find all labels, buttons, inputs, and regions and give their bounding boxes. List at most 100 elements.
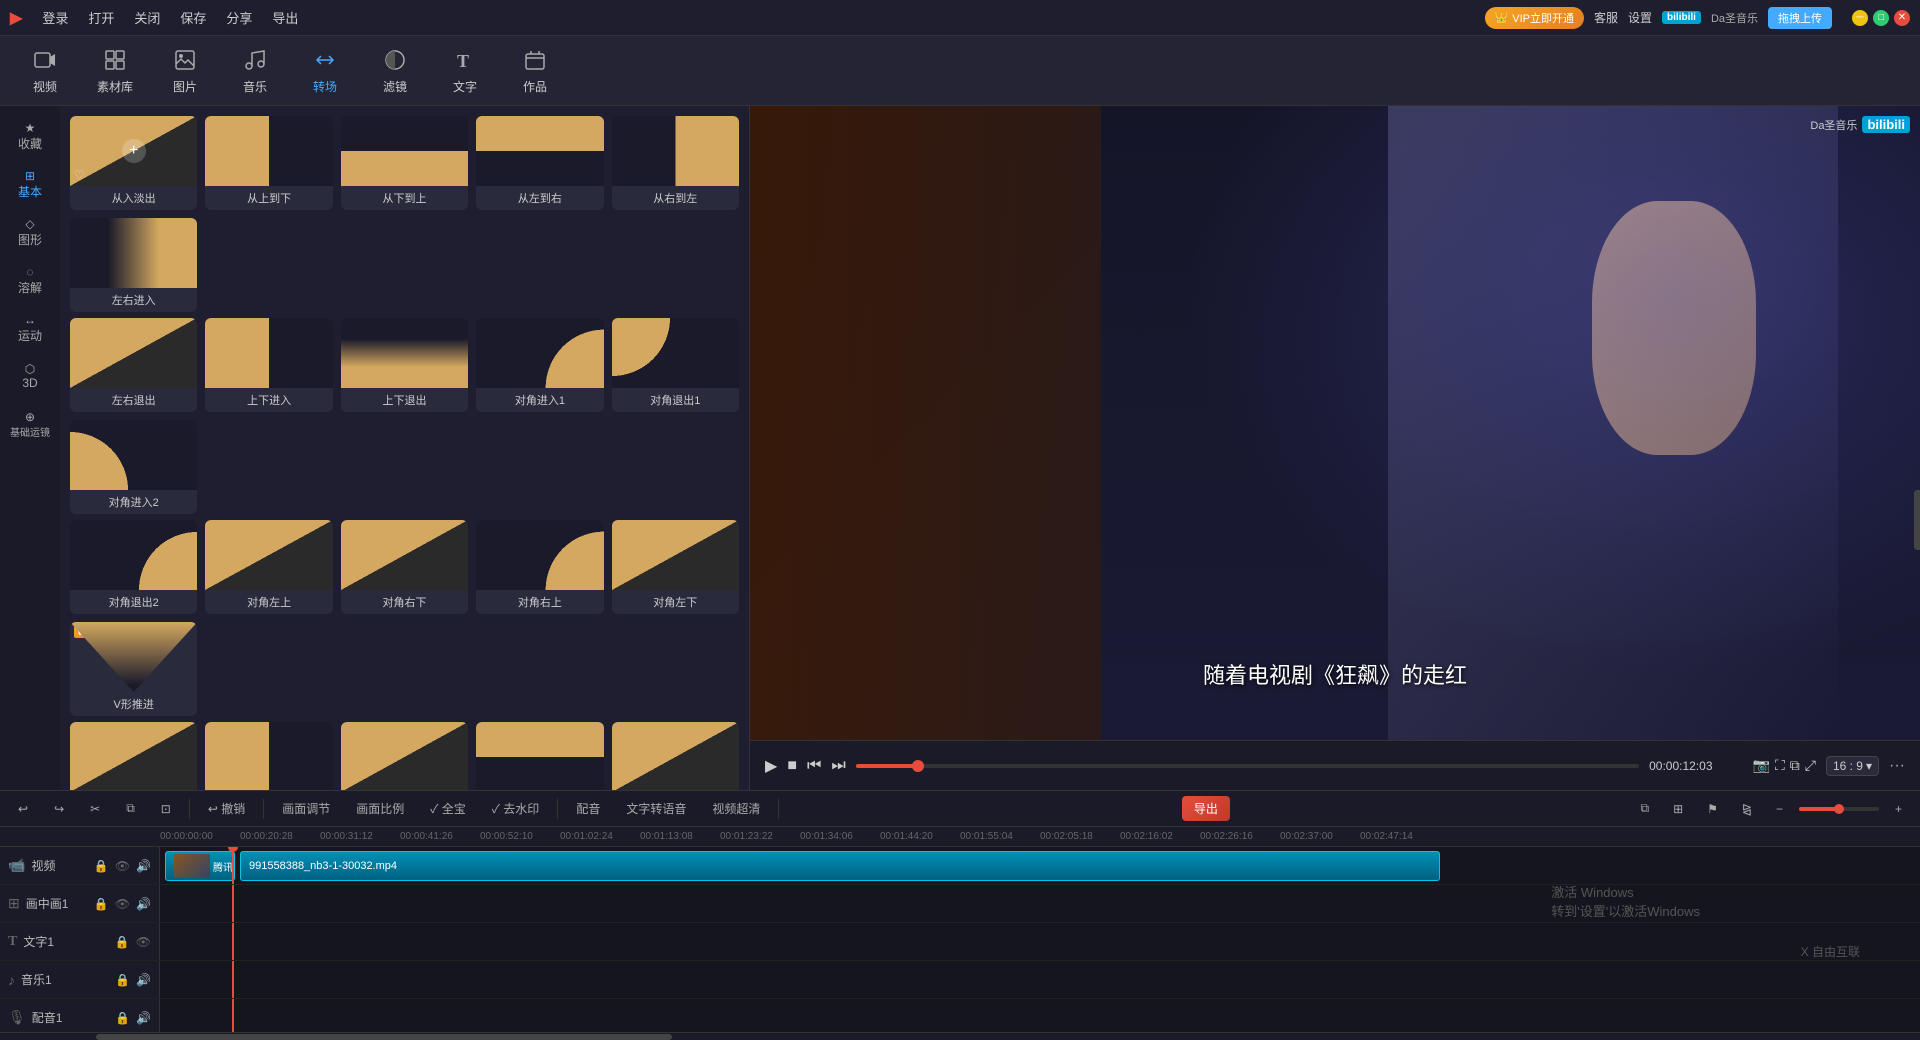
transition-lrexit[interactable]: 左右退出 bbox=[70, 318, 197, 412]
pip-btn[interactable]: ⧉ bbox=[1790, 757, 1800, 774]
tts-btn[interactable]: 文字转语音 bbox=[618, 797, 694, 820]
minimize-btn[interactable]: ─ bbox=[1852, 10, 1868, 26]
sidebar-item-collect[interactable]: ★ 收藏 bbox=[4, 116, 56, 156]
prev-frame-btn[interactable]: ⏮ bbox=[807, 757, 821, 775]
transition-lrenter[interactable]: 左右进入 bbox=[70, 218, 197, 312]
export-btn[interactable]: 导出 bbox=[1182, 796, 1230, 821]
transition-diag2exit[interactable]: 对角退出2 bbox=[70, 520, 197, 614]
fullscreen-btn[interactable]: ⛶ bbox=[1775, 757, 1785, 774]
transition-hmerge[interactable]: 水平对称聚合擦除 bbox=[476, 722, 603, 790]
track-text-eye[interactable]: 👁 bbox=[136, 935, 151, 949]
toolbar-transitions[interactable]: 转场 bbox=[290, 41, 360, 101]
track-music-audio[interactable]: 🔊 bbox=[136, 973, 151, 987]
toolbar-filter[interactable]: 滤镜 bbox=[360, 41, 430, 101]
menu-save[interactable]: 保存 bbox=[180, 8, 206, 27]
track-video-audio[interactable]: 🔊 bbox=[136, 859, 151, 873]
marker-btn[interactable]: ⚑ bbox=[1699, 799, 1726, 819]
track-main-clip[interactable]: 991558388_nb3-1-30032.mp4 bbox=[240, 851, 1440, 881]
transition-udexit[interactable]: 上下退出 bbox=[341, 318, 468, 412]
toolbar-text[interactable]: T 文字 bbox=[430, 41, 500, 101]
undo-btn[interactable]: ↩ bbox=[10, 799, 36, 819]
zoom-slider[interactable] bbox=[1799, 807, 1879, 811]
transition-diaglu[interactable]: 对角左上 bbox=[205, 520, 332, 614]
scrollbar-thumb[interactable] bbox=[96, 1034, 672, 1040]
transition-topbottom[interactable]: 从上到下 bbox=[205, 116, 332, 210]
zoom-thumb[interactable] bbox=[1834, 804, 1844, 814]
transition-hcrossup[interactable]: 水平交叉向上擦除 bbox=[341, 722, 468, 790]
track-video-eye[interactable]: 👁 bbox=[115, 859, 130, 873]
menu-share[interactable]: 分享 bbox=[226, 8, 252, 27]
menu-close[interactable]: 关闭 bbox=[134, 8, 160, 27]
customer-service-btn[interactable]: 客服 bbox=[1594, 9, 1618, 26]
upload-btn[interactable]: 拖拽上传 bbox=[1768, 7, 1832, 29]
menu-login[interactable]: 登录 bbox=[42, 8, 68, 27]
watermark-btn[interactable]: ✓ 去水印 bbox=[484, 797, 548, 820]
menu-open[interactable]: 打开 bbox=[88, 8, 114, 27]
progress-thumb[interactable] bbox=[912, 760, 924, 772]
transition-leftright[interactable]: 从左到右 bbox=[476, 116, 603, 210]
track-pip-eye[interactable]: 👁 bbox=[115, 897, 130, 911]
transition-rightleft[interactable]: 从右到左 bbox=[612, 116, 739, 210]
aspect-adjust-btn[interactable]: 画面比例 bbox=[348, 797, 412, 820]
track-playhead[interactable] bbox=[232, 847, 234, 884]
sidebar-item-basicmove[interactable]: ⊕ 基础运镜 bbox=[4, 404, 56, 444]
undo-action-btn[interactable]: ↩ 撤销 bbox=[200, 797, 253, 820]
next-frame-btn[interactable]: ⏭ bbox=[831, 757, 845, 775]
transition-diagld[interactable]: 对角左下 bbox=[612, 520, 739, 614]
stop-btn[interactable]: ■ bbox=[787, 757, 797, 775]
track-video-lock[interactable]: 🔒 bbox=[94, 859, 109, 873]
enhance-btn[interactable]: 视频超清 bbox=[704, 797, 768, 820]
menu-export[interactable]: 导出 bbox=[272, 8, 298, 27]
track-pip-lock[interactable]: 🔒 bbox=[94, 897, 109, 911]
toolbar-music[interactable]: 音乐 bbox=[220, 41, 290, 101]
sidebar-item-motion[interactable]: ↔ 运动 bbox=[4, 308, 56, 348]
split-btn[interactable]: ⧎ bbox=[1734, 799, 1760, 819]
zoom-out-btn[interactable]: − bbox=[1768, 799, 1791, 819]
screenshot-btn[interactable]: 📷 bbox=[1753, 757, 1770, 774]
snap-btn[interactable]: ⊞ bbox=[1665, 799, 1691, 819]
toolbar-materials[interactable]: 素材库 bbox=[80, 41, 150, 101]
play-btn[interactable]: ▶ bbox=[765, 756, 777, 776]
sidebar-item-dissolve[interactable]: ◌ 溶解 bbox=[4, 260, 56, 300]
right-edge-handle[interactable] bbox=[1914, 490, 1920, 550]
transition-vpush[interactable]: VIP V形推进 bbox=[70, 622, 197, 716]
transition-hspread[interactable]: 水平对称扩散擦除 bbox=[612, 722, 739, 790]
transition-diag1enter[interactable]: 对角进入1 bbox=[476, 318, 603, 412]
toolbar-video[interactable]: 视频 bbox=[10, 41, 80, 101]
toolbar-image[interactable]: 图片 bbox=[150, 41, 220, 101]
expand-btn[interactable]: ⤢ bbox=[1805, 757, 1816, 774]
track-pip-audio[interactable]: 🔊 bbox=[136, 897, 151, 911]
zoom-in-btn[interactable]: + bbox=[1887, 799, 1910, 819]
track-music-lock[interactable]: 🔒 bbox=[115, 973, 130, 987]
track-clip-thumbnail[interactable]: 腾讯视频... bbox=[165, 851, 235, 881]
sidebar-item-shape[interactable]: ◇ 图形 bbox=[4, 212, 56, 252]
transition-hcrossdown[interactable]: 水平交叉向下擦除 bbox=[205, 722, 332, 790]
duplicate-btn[interactable]: ⧉ bbox=[118, 798, 143, 819]
transition-diagru[interactable]: 对角右上 bbox=[476, 520, 603, 614]
transition-fadein[interactable]: + ♡ 从入淡出 ↓ bbox=[70, 116, 197, 210]
settings-btn[interactable]: 设置 bbox=[1628, 9, 1652, 26]
transition-udenter[interactable]: 上下进入 bbox=[205, 318, 332, 412]
track-text-lock[interactable]: 🔒 bbox=[115, 935, 130, 949]
close-btn[interactable]: ✕ bbox=[1894, 10, 1910, 26]
screen-adjust-btn[interactable]: 画面调节 bbox=[274, 797, 338, 820]
maximize-btn[interactable]: □ bbox=[1873, 10, 1889, 26]
transition-bottomtop[interactable]: 从下到上 bbox=[341, 116, 468, 210]
aspect-ratio-btn[interactable]: 16 : 9 ▾ bbox=[1826, 756, 1879, 776]
vip-button[interactable]: 👑 VIP立即开通 bbox=[1485, 7, 1584, 29]
more-btn[interactable]: ··· bbox=[1889, 757, 1905, 775]
redo-btn[interactable]: ↪ bbox=[46, 799, 72, 819]
transition-diagrd[interactable]: 对角右下 bbox=[341, 520, 468, 614]
fullwidth-btn[interactable]: ✓ 全宝 bbox=[422, 797, 474, 820]
track-voiceover-audio[interactable]: 🔊 bbox=[136, 1011, 151, 1025]
delete-btn[interactable]: ⊡ bbox=[153, 799, 179, 819]
toolbar-works[interactable]: 作品 bbox=[500, 41, 570, 101]
sidebar-item-basic[interactable]: ⊞ 基本 bbox=[4, 164, 56, 204]
transition-diag1exit[interactable]: 对角退出1 bbox=[612, 318, 739, 412]
transition-vpush2[interactable]: V形推进2 bbox=[70, 722, 197, 790]
dubbing-btn[interactable]: 配音 bbox=[568, 797, 608, 820]
preview-progress-bar[interactable] bbox=[856, 764, 1639, 768]
transition-diag2enter[interactable]: 对角进入2 bbox=[70, 420, 197, 514]
timeline-scrollbar[interactable] bbox=[0, 1032, 1920, 1040]
add-transition-btn[interactable]: + bbox=[122, 139, 146, 163]
